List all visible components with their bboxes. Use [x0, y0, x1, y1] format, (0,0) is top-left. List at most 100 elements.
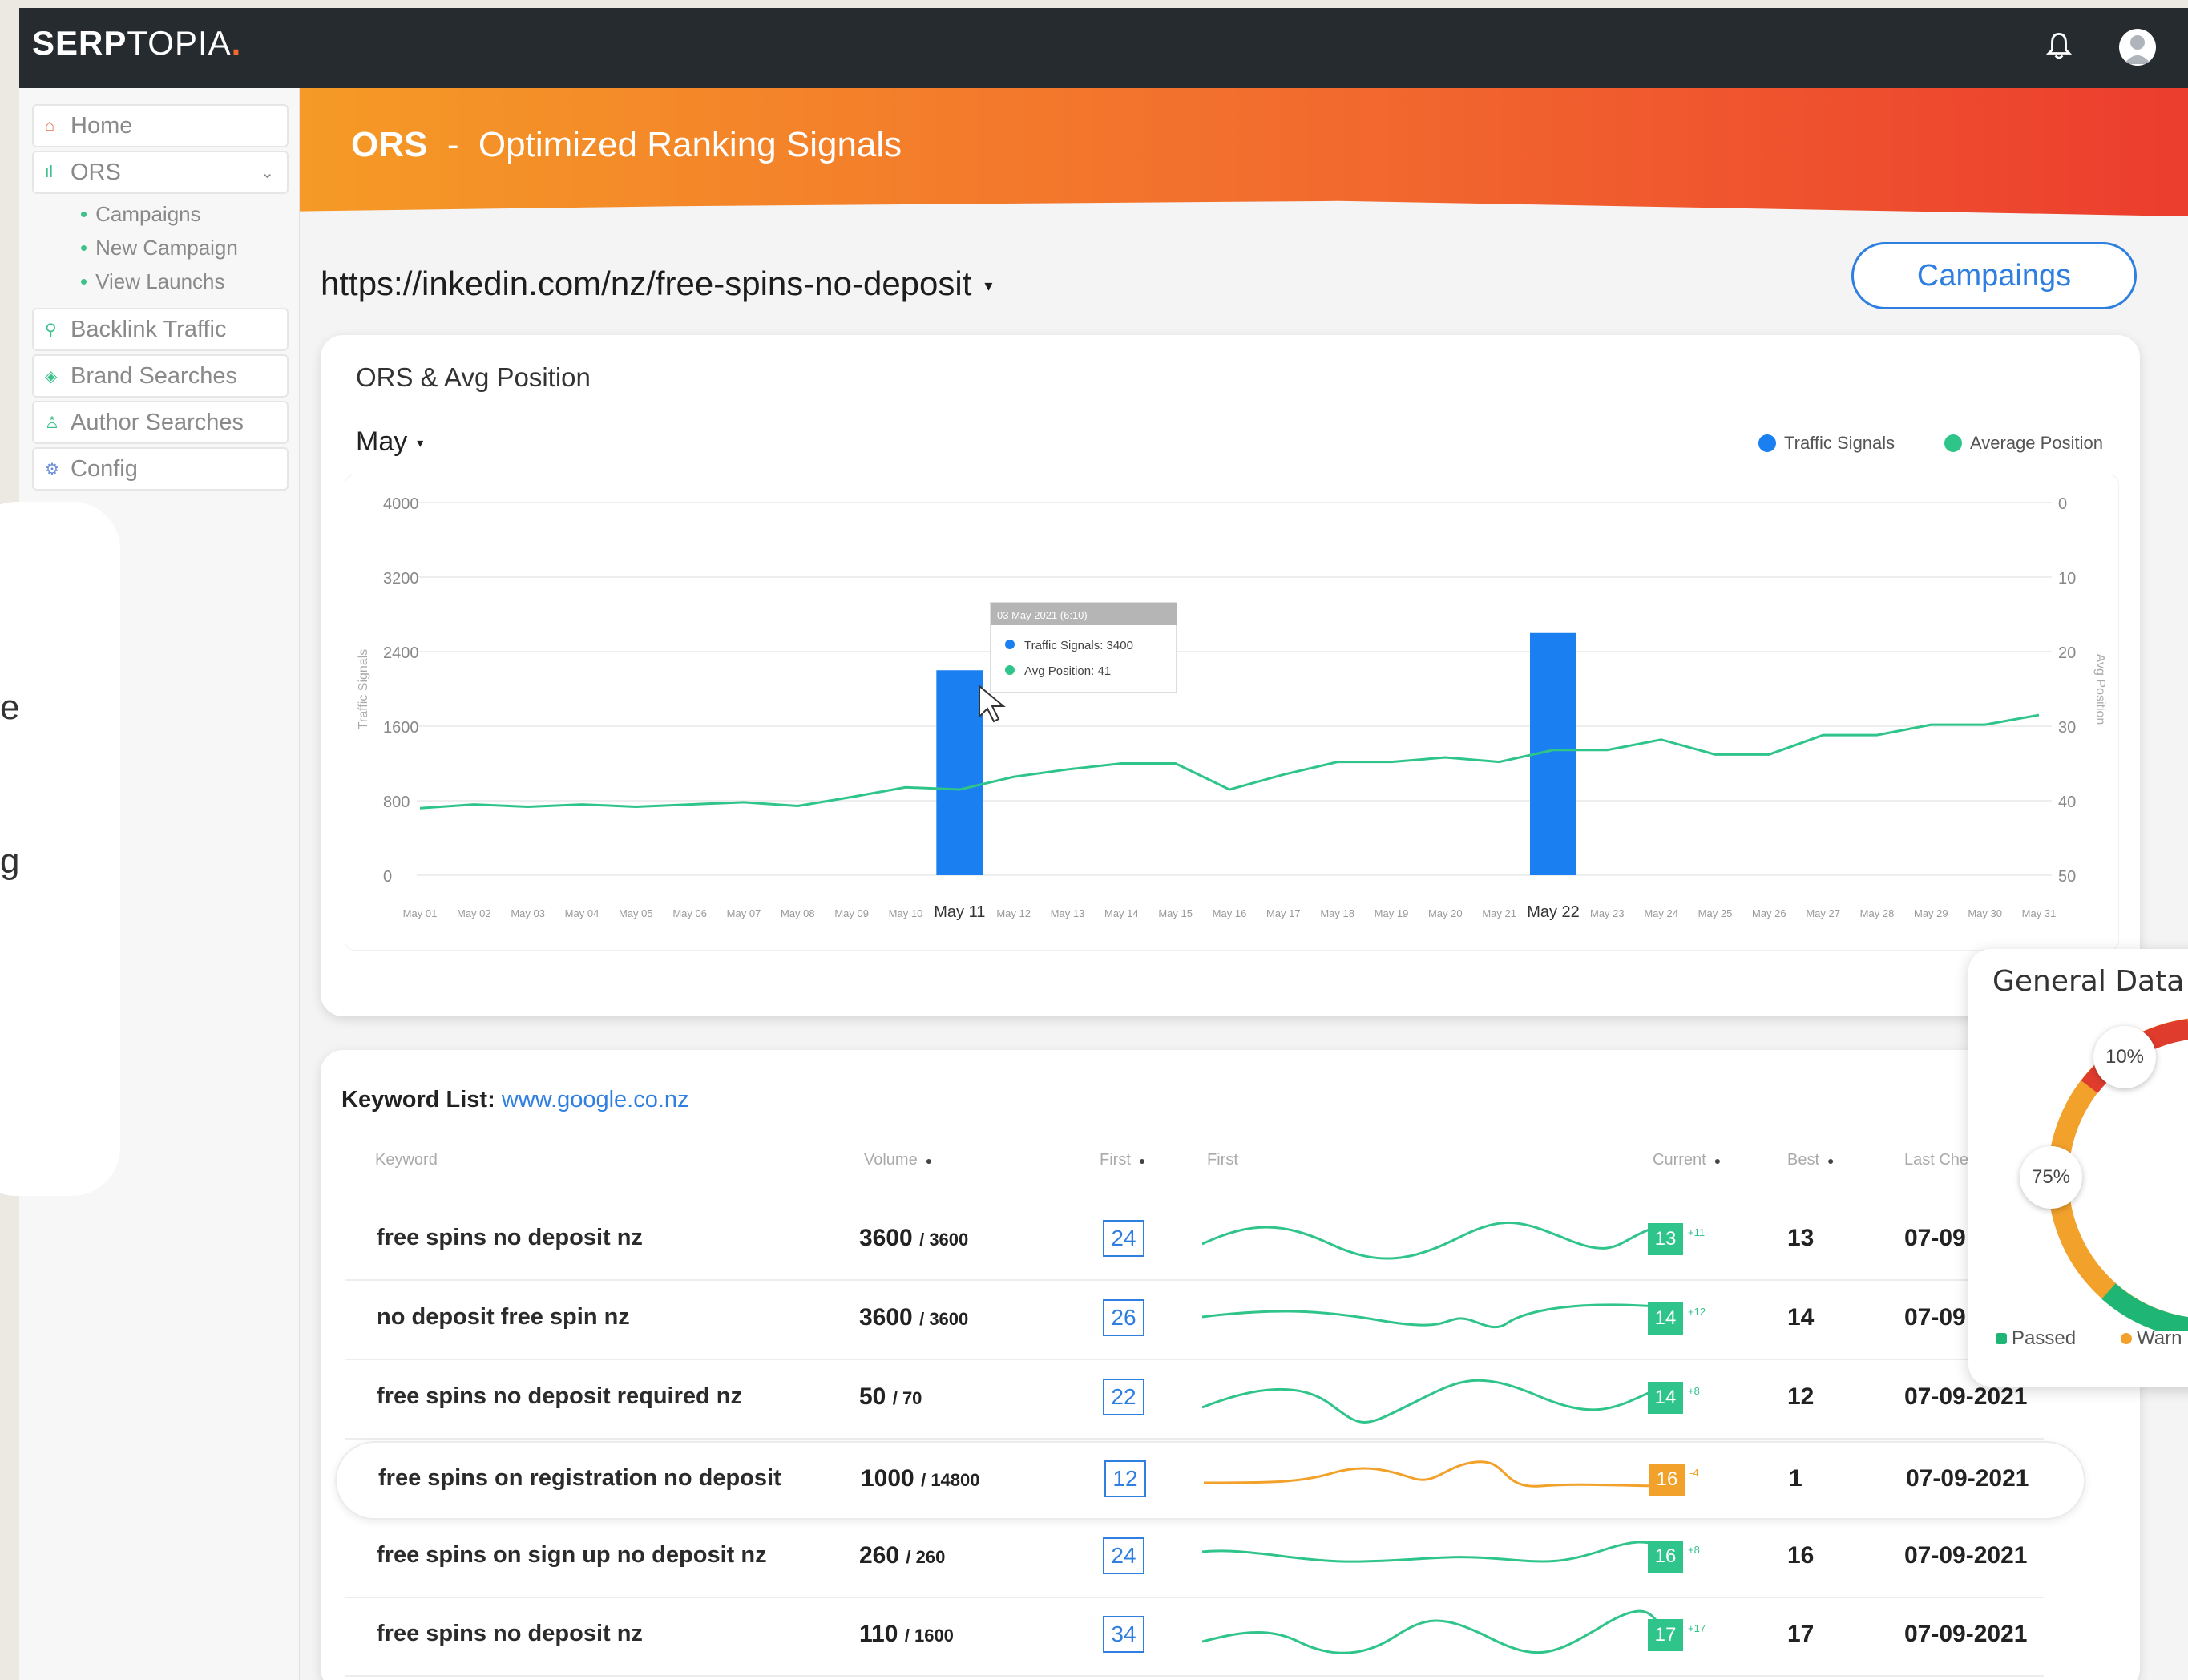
general-legend-warn: Warn — [2121, 1327, 2182, 1350]
table-row[interactable]: free spins no deposit nz 110 / 1600 34 17 +1… — [345, 1598, 2044, 1677]
col-header-first[interactable]: First ● — [1100, 1151, 1145, 1169]
col-header-volume[interactable]: Volume ● — [864, 1151, 932, 1169]
x-tick-label: May 14 — [1104, 907, 1139, 919]
best-position-cell: 13 — [1787, 1225, 1815, 1251]
donut-percent-label: 75% — [2020, 1146, 2082, 1209]
best-position-cell: 16 — [1787, 1542, 1815, 1569]
x-tick-label: May 28 — [1860, 907, 1895, 919]
x-tick-label: May 16 — [1213, 907, 1247, 919]
col-header-last-check[interactable]: Last Che — [1904, 1151, 1968, 1169]
first-position-badge: 26 — [1103, 1299, 1144, 1336]
keyword-list-title: Keyword List: www.google.co.nz — [341, 1087, 689, 1113]
col-header-current[interactable]: Current ● — [1653, 1151, 1721, 1169]
sort-dot-icon: ● — [1138, 1154, 1146, 1167]
x-tick-label: May 09 — [834, 907, 869, 919]
table-row[interactable]: no deposit free spin nz 3600 / 3600 26 14 +1… — [345, 1282, 2044, 1360]
position-sparkline — [1202, 1303, 1668, 1329]
x-tick-label: May 23 — [1590, 907, 1625, 919]
table-row[interactable]: free spins no deposit nz 3600 / 3600 24 13 +… — [345, 1202, 2044, 1281]
last-check-cell: 07-09 — [1904, 1304, 1966, 1331]
volume-cell: 50 / 70 — [859, 1383, 922, 1410]
x-tick-label: May 12 — [996, 907, 1031, 919]
last-check-cell: 07-09 — [1904, 1225, 1966, 1251]
bar-traffic-signals — [936, 670, 983, 875]
position-delta: +8 — [1688, 1544, 1700, 1556]
x-tick-label: May 24 — [1644, 907, 1678, 919]
x-tick-label: May 08 — [781, 907, 815, 919]
current-position-badge: 13 — [1648, 1223, 1683, 1255]
position-sparkline — [1204, 1460, 1669, 1488]
y-tick-label-left: 1600 — [383, 719, 419, 737]
x-tick-label: May 29 — [1914, 907, 1948, 919]
best-position-cell: 17 — [1787, 1621, 1815, 1647]
volume-cell: 1000 / 14800 — [861, 1465, 980, 1492]
best-position-cell: 1 — [1789, 1465, 1802, 1492]
table-row[interactable]: free spins on sign up no deposit nz 260 /… — [345, 1520, 2044, 1598]
x-tick-label: May 07 — [727, 907, 761, 919]
general-data-title: General Data — [1992, 965, 2185, 998]
x-tick-label: May 17 — [1266, 907, 1301, 919]
keyword-cell: no deposit free spin nz — [377, 1304, 630, 1330]
volume-cell: 3600 / 3600 — [859, 1304, 969, 1331]
current-position-badge: 16 — [1649, 1464, 1685, 1496]
position-delta: +12 — [1688, 1306, 1706, 1318]
position-sparkline — [1202, 1379, 1668, 1424]
position-sparkline — [1202, 1609, 1669, 1654]
first-position-badge: 22 — [1103, 1379, 1144, 1415]
table-row[interactable]: free spins no deposit required nz 50 / 70… — [345, 1361, 2044, 1440]
col-header-keyword[interactable]: Keyword — [375, 1151, 438, 1169]
y-tick-label-left: 2400 — [383, 644, 419, 662]
x-tick-label: May 30 — [1968, 907, 2002, 919]
y-tick-label-left: 3200 — [383, 570, 419, 588]
x-tick-label: May 18 — [1320, 907, 1354, 919]
y-tick-label-left: 800 — [383, 794, 410, 811]
sort-dot-icon: ● — [1827, 1154, 1835, 1167]
tooltip-dot — [1005, 640, 1015, 649]
tooltip-header: 03 May 2021 (6:10) — [997, 609, 1088, 621]
sort-dot-icon: ● — [925, 1154, 933, 1167]
last-check-cell: 07-09-2021 — [1904, 1542, 2028, 1569]
current-position-badge: 16 — [1648, 1541, 1683, 1573]
y-axis-title-left: Traffic Signals — [357, 649, 370, 729]
position-sparkline — [1202, 1541, 1668, 1563]
last-check-cell: 07-09-2021 — [1904, 1621, 2028, 1647]
x-tick-label: May 06 — [672, 907, 707, 919]
x-tick-label: May 15 — [1158, 907, 1193, 919]
tooltip-dot — [1005, 665, 1015, 675]
x-tick-label: May 03 — [511, 907, 545, 919]
keyword-cell: free spins no deposit nz — [377, 1225, 643, 1250]
legend-swatch — [1996, 1333, 2007, 1344]
table-row[interactable]: free spins on registration no deposit 100… — [335, 1441, 2085, 1520]
keyword-domain-link[interactable]: www.google.co.nz — [502, 1087, 689, 1113]
keyword-cell: free spins on sign up no deposit nz — [377, 1542, 767, 1568]
x-tick-label: May 19 — [1375, 907, 1409, 919]
x-tick-label: May 10 — [889, 907, 923, 919]
position-sparkline — [1202, 1221, 1660, 1260]
col-header-best[interactable]: Best ● — [1787, 1151, 1835, 1169]
current-position-badge: 14 — [1648, 1302, 1683, 1335]
x-tick-label: May 21 — [1482, 907, 1516, 919]
tooltip-line: Avg Position: 41 — [1024, 664, 1111, 678]
current-position-badge: 17 — [1648, 1619, 1683, 1651]
current-position-badge: 14 — [1648, 1382, 1683, 1414]
x-tick-label: May 26 — [1752, 907, 1786, 919]
position-delta: +8 — [1688, 1385, 1700, 1397]
x-tick-label: May 31 — [2022, 907, 2057, 919]
first-position-badge: 34 — [1103, 1616, 1144, 1653]
first-position-badge: 24 — [1103, 1220, 1144, 1257]
keyword-cell: free spins no deposit nz — [377, 1621, 643, 1646]
y-tick-label-right: 20 — [2058, 644, 2076, 662]
keyword-cell: free spins no deposit required nz — [377, 1383, 743, 1409]
y-tick-label-right: 10 — [2058, 570, 2076, 588]
x-tick-label: May 04 — [565, 907, 599, 919]
position-delta: +17 — [1688, 1622, 1706, 1634]
line-average-position — [419, 713, 2040, 810]
x-tick-label: May 27 — [1806, 907, 1840, 919]
donut-percent-label: 10% — [2093, 1026, 2156, 1088]
volume-cell: 110 / 1600 — [859, 1621, 954, 1647]
keyword-cell: free spins on registration no deposit — [378, 1465, 781, 1491]
y-tick-label-right: 0 — [2058, 495, 2067, 513]
best-position-cell: 14 — [1787, 1304, 1815, 1331]
x-tick-label: May 13 — [1051, 907, 1085, 919]
position-delta: +11 — [1688, 1226, 1706, 1238]
